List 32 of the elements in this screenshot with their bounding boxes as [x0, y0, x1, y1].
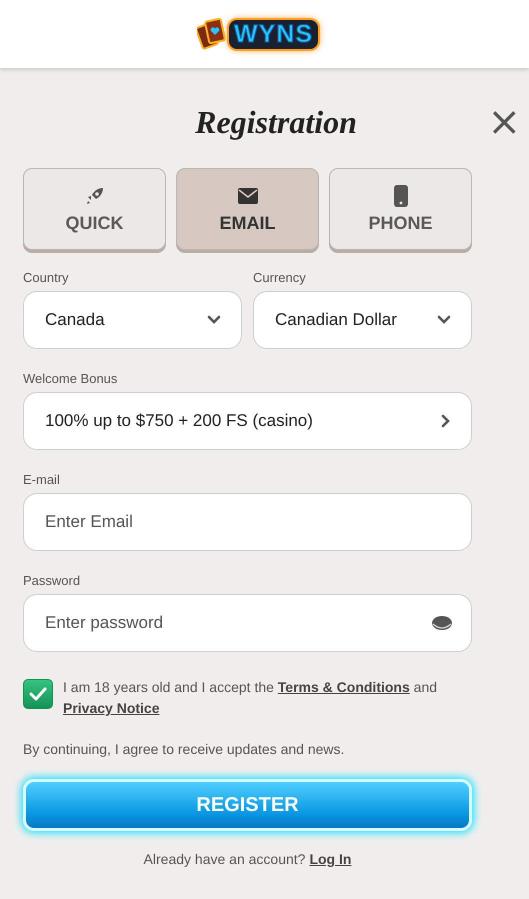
field-label: Country	[23, 270, 70, 285]
link[interactable]: Privacy Notice	[63, 700, 160, 716]
envelope-icon	[238, 188, 258, 204]
checkbox[interactable]	[23, 679, 53, 709]
logo[interactable]: WYNS	[229, 20, 318, 48]
tab[interactable]: EMAIL	[176, 168, 319, 250]
close-button[interactable]: ×	[487, 106, 521, 138]
eye-icon[interactable]	[432, 616, 452, 630]
phone-icon	[394, 184, 408, 206]
field-label: Password	[23, 573, 82, 588]
field-label: E-mail	[23, 472, 61, 487]
cards-icon	[197, 17, 227, 51]
notice-text: By continuing, I agree to receive updates and news.	[23, 741, 346, 757]
field-label: Welcome Bonus	[23, 371, 118, 386]
field-label: Currency	[253, 270, 307, 285]
password-field[interactable]: Enter password	[23, 594, 472, 652]
select-field[interactable]: Canada	[23, 291, 242, 349]
check-icon	[29, 687, 47, 701]
chevron-down-icon	[207, 315, 221, 325]
email-field[interactable]: Enter Email	[23, 493, 472, 551]
login-link[interactable]: Log In	[309, 851, 352, 867]
chevron-down-icon	[437, 315, 451, 325]
bonus-select[interactable]: 100% up to $750 + 200 FS (casino)	[23, 392, 472, 450]
page-title: Registration	[195, 104, 357, 140]
login-prompt: Already have an account?	[144, 851, 306, 867]
chevron-right-icon	[441, 414, 451, 428]
consent-text: I am 18 years old and I accept the Terms & Conditions and Privacy Notice	[63, 678, 438, 718]
rocket-icon	[84, 186, 104, 206]
tab[interactable]: QUICK	[23, 168, 166, 250]
link[interactable]: Terms & Conditions	[278, 679, 410, 695]
select-field[interactable]: Canadian Dollar	[253, 291, 472, 349]
tab[interactable]: PHONE	[329, 168, 472, 250]
